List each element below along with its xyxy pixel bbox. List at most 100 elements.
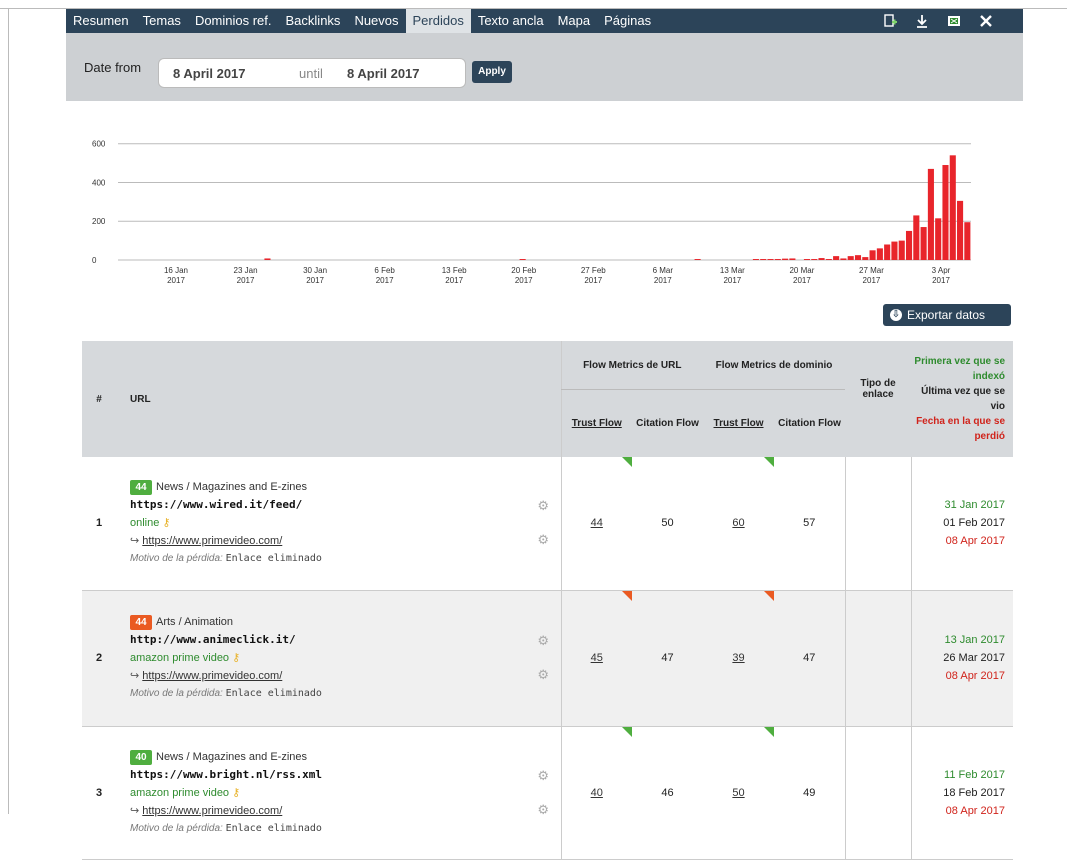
x-tick-label: 6 Mar 2017: [653, 266, 674, 285]
last-seen-date: 01 Feb 2017: [943, 517, 1006, 530]
top-nav: Resumen Temas Dominios ref. Backlinks Nu…: [66, 9, 1023, 33]
flag-triangle-icon: [764, 457, 775, 467]
citation-flow-url-value: 46: [632, 726, 704, 860]
y-tick-label: 0: [92, 256, 97, 265]
x-tick-label: 16 Jan 2017: [164, 266, 188, 285]
reason-label: Motivo de la pérdida:: [130, 688, 223, 699]
source-url-link[interactable]: https://www.wired.it/feed/: [130, 496, 526, 514]
x-tick-label: 13 Feb 2017: [442, 266, 467, 285]
tab-mapa[interactable]: Mapa: [551, 9, 598, 33]
gear-icon[interactable]: ⚙: [526, 523, 561, 557]
tab-resumen[interactable]: Resumen: [66, 9, 136, 33]
citation-flow-url-value: 47: [632, 590, 704, 727]
add-icon[interactable]: [883, 14, 897, 28]
trust-flow-url-value[interactable]: 45: [591, 652, 603, 664]
link-type-cell: [844, 726, 912, 860]
gear-icon[interactable]: ⚙: [526, 624, 561, 658]
export-data-label: Exportar datos: [907, 308, 986, 322]
date-filter-panel: Date from 8 April 2017 until 8 April 201…: [66, 33, 1023, 101]
chart-bar: [519, 259, 526, 260]
chart-bar: [847, 256, 854, 260]
table-row: 1 44 News / Magazines and E-zines https:/…: [82, 457, 1014, 591]
date-from-value[interactable]: 8 April 2017: [173, 66, 246, 81]
topic-category: News / Magazines and E-zines: [156, 750, 308, 763]
chart-bar: [942, 165, 949, 260]
gear-icon[interactable]: ⚙: [526, 489, 561, 523]
url-cell: 44 Arts / Animation http://www.animeclick…: [116, 590, 526, 727]
chart-bar: [789, 258, 796, 260]
target-url-link[interactable]: https://www.primevideo.com/: [142, 670, 282, 682]
date-range-input[interactable]: 8 April 2017 until 8 April 2017: [158, 58, 466, 88]
link-type-cell: [844, 590, 912, 727]
gear-icon[interactable]: ⚙: [526, 658, 561, 692]
header-trust-flow-url[interactable]: Trust Flow: [560, 389, 632, 457]
chart-bar: [774, 259, 781, 260]
frame-left-border: [8, 8, 9, 814]
gear-icon[interactable]: ⚙: [526, 759, 561, 793]
tab-backlinks[interactable]: Backlinks: [279, 9, 348, 33]
tools-icon[interactable]: [979, 14, 993, 28]
nav-icon-group: [883, 9, 993, 33]
trust-badge: 44: [130, 615, 152, 630]
tab-paginas[interactable]: Páginas: [597, 9, 658, 33]
export-excel-icon[interactable]: [947, 14, 961, 28]
anchor-text: amazon prime video: [130, 652, 230, 664]
trust-flow-url-cell: 40: [560, 726, 632, 860]
trust-flow-domain-value[interactable]: 50: [732, 787, 744, 799]
chart-bar: [898, 240, 905, 260]
key-icon: ⚷: [232, 786, 241, 799]
chart-bar: [840, 258, 847, 260]
chart-bar: [884, 244, 891, 260]
chart-bar: [905, 230, 913, 260]
tab-dominios-ref[interactable]: Dominios ref.: [188, 9, 279, 33]
flag-triangle-icon: [764, 726, 775, 737]
trust-flow-domain-value[interactable]: 39: [732, 652, 744, 664]
citation-flow-domain-value: 49: [774, 726, 846, 860]
source-url-link[interactable]: http://www.animeclick.it/: [130, 631, 526, 649]
date-from-label: Date from: [84, 60, 142, 75]
target-url-link[interactable]: https://www.primevideo.com/: [142, 535, 282, 547]
reason-label: Motivo de la pérdida:: [130, 822, 223, 834]
x-tick-label: 23 Jan 2017: [234, 266, 258, 285]
chart-bar: [694, 259, 701, 260]
chart-bar: [833, 256, 840, 260]
trust-flow-url-value[interactable]: 40: [591, 787, 603, 799]
header-trust-flow-domain[interactable]: Trust Flow: [703, 389, 775, 457]
flag-triangle-icon: [764, 590, 775, 601]
tab-temas[interactable]: Temas: [136, 9, 188, 33]
x-tick-label: 3 Apr 2017: [932, 266, 951, 285]
lost-date: 08 Apr 2017: [945, 670, 1006, 682]
chart-bar: [862, 257, 869, 260]
url-cell: 40 News / Magazines and E-zines https://w…: [116, 726, 526, 860]
chart-bar: [913, 215, 920, 260]
trust-flow-url-cell: 44: [560, 457, 632, 591]
trust-flow-domain-value[interactable]: 60: [732, 517, 744, 529]
apply-button[interactable]: Apply: [472, 61, 512, 83]
y-tick-label: 400: [92, 178, 106, 187]
target-url-link[interactable]: https://www.primevideo.com/: [142, 805, 282, 817]
tab-nuevos[interactable]: Nuevos: [347, 9, 405, 33]
trust-flow-url-value[interactable]: 44: [591, 517, 603, 529]
last-seen-date: 18 Feb 2017: [943, 786, 1006, 799]
header-flow-domain: Flow Metrics de dominio: [703, 341, 846, 390]
gear-icon[interactable]: ⚙: [526, 793, 561, 827]
export-data-button[interactable]: ⇩ Exportar datos: [883, 304, 1011, 326]
tab-perdidos[interactable]: Perdidos: [405, 9, 471, 33]
chart-bar: [854, 255, 862, 260]
download-icon[interactable]: [915, 14, 929, 28]
lost-date: 08 Apr 2017: [945, 535, 1006, 548]
trust-badge: 40: [130, 749, 152, 765]
key-icon: ⚷: [232, 652, 241, 664]
x-tick-label: 27 Feb 2017: [581, 266, 606, 285]
citation-flow-url-value: 50: [632, 457, 704, 591]
table-row: 2 44 Arts / Animation http://www.animecli…: [82, 590, 1014, 727]
header-flow-url: Flow Metrics de URL: [560, 341, 704, 390]
source-url-link[interactable]: https://www.bright.nl/rss.xml: [130, 766, 526, 784]
date-to-value[interactable]: 8 April 2017: [347, 66, 420, 81]
chart-bar: [782, 258, 789, 260]
chart-bar: [964, 222, 971, 260]
reason-value: Enlace eliminado: [225, 822, 322, 834]
tab-texto-ancla[interactable]: Texto ancla: [471, 9, 551, 33]
chart-bar: [760, 259, 767, 260]
x-tick-label: 20 Mar 2017: [789, 266, 814, 285]
